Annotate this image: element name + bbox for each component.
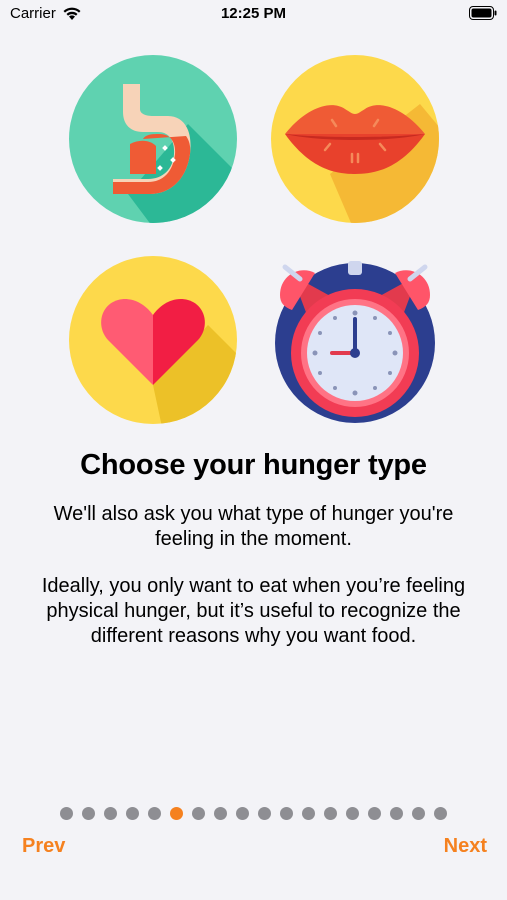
description-paragraph-2: Ideally, you only want to eat when you’r… — [41, 575, 466, 647]
page-dot[interactable] — [60, 807, 73, 820]
page-dot[interactable] — [302, 807, 315, 820]
page-dot[interactable] — [280, 807, 293, 820]
status-time: 12:25 PM — [220, 5, 287, 22]
page-dot[interactable] — [258, 807, 271, 820]
battery-icon — [469, 6, 497, 20]
heart-icon — [68, 255, 238, 425]
stomach-icon — [68, 54, 238, 224]
page-dot[interactable] — [368, 807, 381, 820]
page-dot[interactable] — [412, 807, 425, 820]
page-dot[interactable] — [324, 807, 337, 820]
lips-icon — [270, 54, 440, 224]
page-dot[interactable] — [192, 807, 205, 820]
page-title: Choose your hunger type — [80, 449, 427, 481]
page-dot[interactable] — [214, 807, 227, 820]
page-indicator[interactable] — [0, 807, 507, 821]
page-dot[interactable] — [82, 807, 95, 820]
page-dot-active[interactable] — [170, 807, 183, 820]
onboarding-screen: Carrier 12:25 PM Choose your hunger type… — [0, 0, 507, 900]
page-dot[interactable] — [126, 807, 139, 820]
description-paragraph-1: We'll also ask you what type of hunger y… — [53, 503, 454, 550]
page-dot[interactable] — [236, 807, 249, 820]
page-dot[interactable] — [390, 807, 403, 820]
alarm-clock-icon — [270, 255, 440, 425]
next-button[interactable]: Next — [444, 835, 487, 858]
page-dot[interactable] — [104, 807, 117, 820]
page-dot[interactable] — [148, 807, 161, 820]
page-dot[interactable] — [434, 807, 447, 820]
page-dot[interactable] — [346, 807, 359, 820]
prev-button[interactable]: Prev — [22, 835, 65, 858]
status-bar: Carrier 12:25 PM — [0, 0, 507, 30]
